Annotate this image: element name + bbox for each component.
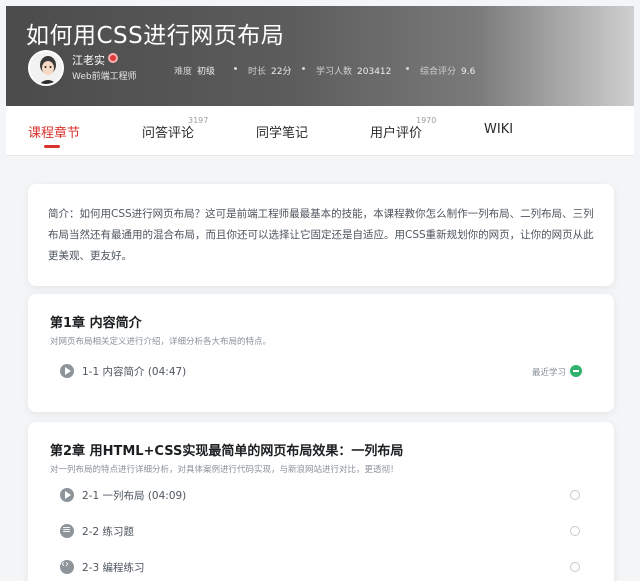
meta-label: 综合评分 <box>420 67 457 77</box>
course-intro-text: 简介：如何用CSS进行网页布局？这可是前端工程师最最基本的技能，本课程教你怎么制… <box>48 208 594 262</box>
meta-learners: 学习人数 203412 <box>316 64 391 77</box>
meta-value: 9.6 <box>461 67 476 77</box>
chapter-title: 第1章 内容简介 <box>50 316 142 331</box>
meta-value: 203412 <box>357 67 392 77</box>
author-title: Web前端工程师 <box>72 72 137 82</box>
chapter-card: 第2章 用HTML+CSS实现最简单的网页布局效果：一列布局 对一列布局的特点进… <box>28 422 614 581</box>
chapter-description: 对一列布局的特点进行详细分析，对具体案例进行代码实现，与新浪网站进行对比，更透彻… <box>50 465 399 475</box>
avatar-illustration-icon <box>30 52 62 84</box>
tab-wiki[interactable]: WIKI <box>484 122 513 137</box>
lesson-status-ring-icon <box>570 526 580 536</box>
meta-label: 时长 <box>248 67 267 77</box>
separator-dot <box>406 67 409 70</box>
recent-study-label: 最近学习 <box>531 368 566 378</box>
quiz-icon <box>60 523 74 538</box>
lesson-label[interactable]: 2-2 练习题 <box>82 524 134 539</box>
chapter-description: 对网页布局相关定义进行介绍，详细分析各大布局的特点。 <box>50 337 272 347</box>
separator-dot <box>302 67 305 70</box>
meta-value: 初级 <box>197 67 216 77</box>
course-intro-card: 简介：如何用CSS进行网页布局？这可是前端工程师最最基本的技能，本课程教你怎么制… <box>28 184 614 286</box>
meta-label: 学习人数 <box>316 67 353 77</box>
author-badge-icon <box>108 53 118 63</box>
qa-count-badge: 3197 <box>188 116 209 125</box>
tab-notes[interactable]: 同学笔记 <box>256 122 308 141</box>
lesson-label[interactable]: 1-1 内容简介 (04:47) <box>82 364 186 379</box>
code-icon <box>60 559 74 574</box>
meta-value: 22分 <box>271 67 292 77</box>
tab-reviews[interactable]: 用户评价 <box>370 122 422 141</box>
course-title: 如何用CSS进行网页布局 <box>26 23 285 49</box>
reviews-count-badge: 1970 <box>416 116 437 125</box>
play-circle-icon <box>60 488 74 502</box>
play-circle-icon <box>60 364 74 378</box>
course-tabs: 课程章节 问答评论 3197 同学笔记 用户评价 1970 WIKI <box>6 106 634 156</box>
author-name[interactable]: 江老实 <box>72 52 105 68</box>
lesson-row[interactable]: 2-1 一列布局 (04:09) <box>60 486 586 506</box>
lesson-row[interactable]: 2-3 编程练习 <box>60 558 586 578</box>
course-header: 如何用CSS进行网页布局 江老实 Web前端工程师 难度 初级 时长 22分 学习人… <box>6 6 634 106</box>
chapter-card: 第1章 内容简介 对网页布局相关定义进行介绍，详细分析各大布局的特点。 1-1 … <box>28 294 614 412</box>
lesson-row[interactable]: 2-2 练习题 <box>60 522 586 542</box>
lesson-status-ring-icon <box>570 490 580 500</box>
tab-qa-comments[interactable]: 问答评论 <box>142 122 194 141</box>
lesson-status-ring-icon <box>570 562 580 572</box>
author-avatar[interactable] <box>28 50 64 86</box>
lesson-row[interactable]: 1-1 内容简介 (04:47) 最近学习 <box>60 362 586 382</box>
chapter-title: 第2章 用HTML+CSS实现最简单的网页布局效果：一列布局 <box>50 444 404 459</box>
meta-rating: 综合评分 9.6 <box>420 64 475 77</box>
separator-dot <box>234 67 237 70</box>
meta-label: 难度 <box>174 67 193 77</box>
active-tab-indicator <box>44 145 60 148</box>
lesson-label[interactable]: 2-1 一列布局 (04:09) <box>82 488 186 503</box>
recent-study-icon <box>570 365 582 377</box>
lesson-label[interactable]: 2-3 编程练习 <box>82 560 145 575</box>
tab-chapters[interactable]: 课程章节 <box>28 122 80 141</box>
meta-duration: 时长 22分 <box>248 64 291 77</box>
meta-difficulty: 难度 初级 <box>174 64 215 77</box>
